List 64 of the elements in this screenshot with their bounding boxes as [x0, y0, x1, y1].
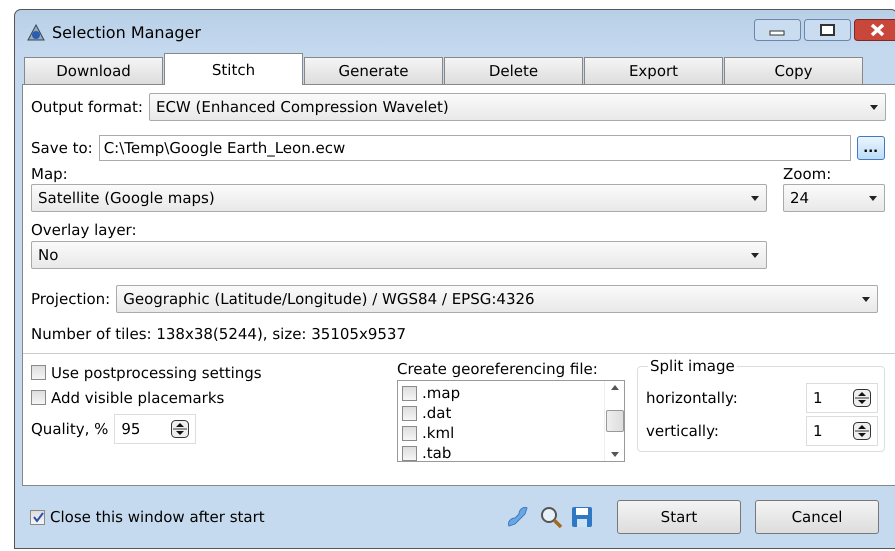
spinner-arrows-icon — [171, 420, 190, 438]
close-icon[interactable] — [854, 19, 895, 41]
scroll-down-icon — [610, 452, 618, 457]
checkbox[interactable] — [31, 390, 46, 405]
checkbox-label: .dat — [422, 404, 452, 422]
checkbox[interactable] — [31, 365, 46, 380]
tab[interactable]: Download — [24, 57, 163, 84]
dialog-button[interactable]: Cancel — [755, 500, 879, 534]
field-label: vertically: — [646, 422, 719, 440]
save-path-field[interactable]: C:\Temp\Google Earth_Leon.ecw — [98, 135, 851, 161]
output-format-dropdown[interactable]: ECW (Enhanced Compression Wavelet) — [148, 93, 886, 121]
check-mark-icon — [32, 511, 44, 523]
tab[interactable]: Stitch — [164, 53, 303, 85]
overlay-dropdown[interactable]: No — [31, 241, 767, 269]
dropdown-arrow-icon — [861, 296, 872, 302]
dropdown-arrow-icon — [868, 104, 879, 110]
vertically-spinbox[interactable]: 1 — [806, 416, 878, 446]
field-label: Quality, % — [31, 420, 108, 438]
checkbox[interactable] — [402, 406, 417, 420]
field-label: Zoom: — [783, 165, 832, 183]
window-title: Selection Manager — [52, 22, 201, 42]
tab[interactable]: Delete — [444, 57, 583, 84]
dropdown-arrow-icon — [868, 194, 878, 202]
checkbox-label: .kml — [422, 424, 454, 442]
field-label: Output format: — [31, 98, 143, 116]
maximize-icon[interactable] — [804, 19, 851, 41]
checkbox-label: .map — [422, 384, 460, 402]
checkbox[interactable] — [402, 386, 417, 400]
spinner-arrows-icon — [853, 422, 871, 440]
checkbox[interactable] — [30, 510, 45, 524]
quality-spinbox[interactable]: 95 — [114, 414, 196, 444]
spinner-arrows-icon — [853, 388, 871, 406]
horizontally-spinbox[interactable]: 1 — [806, 382, 878, 412]
field-label: Save to: — [31, 139, 93, 157]
projection-dropdown[interactable]: Geographic (Latitude/Longitude) / WGS84 / EPSG:4326 — [116, 285, 878, 313]
checkbox-label: Add visible placemarks — [51, 388, 224, 406]
checkbox[interactable] — [402, 446, 417, 460]
map-dropdown[interactable]: Satellite (Google maps) — [31, 184, 767, 212]
field-label: Overlay layer: — [31, 221, 138, 239]
scroll-up-icon — [610, 385, 618, 390]
dropdown-arrow-icon — [750, 252, 760, 258]
tab[interactable]: Generate — [304, 57, 443, 84]
dialog-button[interactable]: Start — [617, 500, 741, 534]
checkbox-label: Close this window after start — [50, 508, 265, 526]
minimize-icon[interactable] — [754, 19, 801, 41]
app-icon — [26, 22, 46, 42]
checkbox-label: Use postprocessing settings — [51, 364, 262, 382]
zoom-dropdown[interactable]: 24 — [783, 184, 885, 212]
zoom-icon[interactable] — [539, 505, 563, 529]
group-title: Split image — [648, 357, 737, 375]
browse-button[interactable]: ... — [856, 136, 885, 160]
tiles-info: Number of tiles: 138x38(5244), size: 35105x9537 — [31, 325, 408, 343]
field-label: Map: — [31, 165, 69, 183]
scroll-thumb[interactable] — [606, 410, 624, 432]
field-label: horizontally: — [646, 388, 738, 406]
checkbox[interactable] — [402, 426, 417, 440]
dropdown-arrow-icon — [750, 194, 760, 202]
field-label: Create georeferencing file: — [397, 360, 599, 378]
save-icon[interactable] — [571, 506, 593, 528]
tab[interactable]: Copy — [724, 57, 863, 84]
field-label: Projection: — [31, 290, 110, 308]
scrollbar[interactable] — [604, 381, 624, 461]
checkbox-label: .tab — [422, 444, 452, 461]
tab[interactable]: Export — [584, 57, 723, 84]
